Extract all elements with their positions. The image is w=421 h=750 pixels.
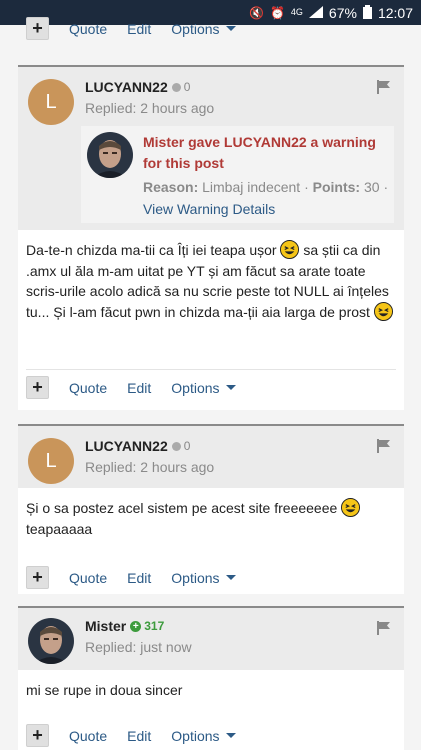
network-label: 4G	[290, 7, 303, 17]
options-menu[interactable]: Options	[171, 379, 236, 396]
options-menu[interactable]: Options	[171, 20, 236, 37]
post-timestamp: Replied: 2 hours ago	[85, 459, 215, 475]
warning-title: Mister gave LUCYANN22 a warning for this…	[143, 134, 376, 171]
warning-notice: Mister gave LUCYANN22 a warning for this…	[81, 126, 394, 223]
edit-link[interactable]: Edit	[127, 570, 151, 586]
multiquote-plus-button[interactable]: +	[26, 724, 49, 747]
reputation-badge: +317	[130, 619, 164, 633]
warning-content: Mister gave LUCYANN22 a warning for this…	[143, 132, 390, 217]
author-row: Mister +317	[85, 618, 192, 634]
plus-icon: +	[32, 725, 43, 745]
post-body: mi se rupe in doua sincer	[18, 670, 404, 701]
post-timestamp: Replied: just now	[85, 639, 192, 655]
caret-down-icon	[225, 575, 236, 580]
multiquote-plus-button[interactable]: +	[26, 17, 49, 40]
author-info: Mister +317 Replied: just now	[85, 618, 192, 660]
author-info: LUCYANN22 0 Replied: 2 hours ago Mister …	[81, 79, 394, 223]
post-toolbar: + Quote Edit Options	[26, 560, 396, 589]
quote-link[interactable]: Quote	[69, 570, 107, 586]
options-label: Options	[171, 379, 220, 396]
edit-link[interactable]: Edit	[127, 728, 151, 744]
multiquote-plus-button[interactable]: +	[26, 376, 49, 399]
post-toolbar: + Quote Edit Options	[26, 369, 396, 399]
quote-link[interactable]: Quote	[69, 21, 107, 37]
reputation-count: 0	[183, 80, 191, 94]
neutral-rep-icon	[171, 441, 181, 451]
author-name[interactable]: Mister	[85, 618, 126, 634]
post-header: L LUCYANN22 0 Replied: 2 hours ago	[18, 67, 404, 230]
author-info: LUCYANN22 0 Replied: 2 hours ago	[85, 438, 214, 478]
edit-link[interactable]: Edit	[127, 21, 151, 37]
laughing-emoji-icon	[373, 301, 393, 321]
author-row: LUCYANN22 0	[85, 79, 394, 95]
avatar[interactable]: L	[28, 438, 74, 484]
post-toolbar: + Quote Edit Options	[26, 17, 396, 40]
reputation-count: 0	[183, 439, 191, 453]
points-value: 30	[363, 179, 380, 195]
post-body: Și o sa postez acel sistem pe acest site…	[18, 488, 404, 539]
options-label: Options	[171, 727, 220, 744]
author-row: LUCYANN22 0	[85, 438, 214, 454]
view-warning-link[interactable]: View Warning Details	[143, 201, 390, 217]
flag-icon[interactable]	[376, 79, 392, 95]
moderator-avatar[interactable]	[87, 132, 133, 178]
laughing-emoji-icon	[341, 498, 361, 517]
quote-link[interactable]: Quote	[69, 380, 107, 396]
reputation-badge: 0	[171, 80, 191, 94]
post-card: L LUCYANN22 0 Replied: 2 hours ago Și o …	[18, 424, 404, 594]
options-label: Options	[171, 569, 220, 586]
post-header: L LUCYANN22 0 Replied: 2 hours ago	[18, 426, 404, 488]
flag-icon[interactable]	[376, 620, 392, 636]
post-card: Mister +317 Replied: just now mi se rupe…	[18, 606, 404, 750]
edit-link[interactable]: Edit	[127, 380, 151, 396]
post-text-part: teapaaaaa	[26, 520, 93, 537]
post-toolbar: + Quote Edit Options	[26, 720, 396, 747]
caret-down-icon	[225, 733, 236, 738]
options-menu[interactable]: Options	[171, 727, 236, 744]
plus-icon: +	[32, 377, 43, 397]
multiquote-plus-button[interactable]: +	[26, 566, 49, 589]
post-text-part: Da-te-n chizda ma-tii ca Îți iei teapa u…	[26, 242, 281, 258]
avatar[interactable]: L	[28, 79, 74, 125]
options-label: Options	[171, 20, 220, 37]
options-menu[interactable]: Options	[171, 569, 236, 586]
caret-down-icon	[225, 26, 236, 31]
post-text: mi se rupe in doua sincer	[26, 682, 183, 698]
post-header: Mister +317 Replied: just now	[18, 608, 404, 670]
laughing-emoji-icon	[280, 240, 300, 259]
reputation-count: 317	[144, 619, 165, 633]
reason-label: Reason:	[143, 179, 199, 195]
points-label: Points:	[312, 179, 361, 195]
author-name[interactable]: LUCYANN22	[85, 438, 168, 454]
flag-icon[interactable]	[376, 438, 392, 454]
plus-icon: +	[32, 18, 43, 38]
warning-reason: Reason: Limbaj indecent · Points: 30 ·	[143, 179, 389, 195]
post-card: L LUCYANN22 0 Replied: 2 hours ago Miste…	[18, 65, 404, 410]
post-body: Da-te-n chizda ma-tii ca Îți iei teapa u…	[18, 230, 404, 322]
post-text-part: Și o sa postez acel sistem pe acest site…	[26, 500, 342, 516]
plus-icon: +	[32, 567, 43, 587]
reputation-badge: 0	[171, 439, 191, 453]
plus-rep-icon: +	[130, 620, 142, 632]
quote-link[interactable]: Quote	[69, 728, 107, 744]
caret-down-icon	[225, 385, 236, 390]
post-timestamp: Replied: 2 hours ago	[85, 100, 215, 116]
neutral-rep-icon	[171, 82, 181, 92]
author-name[interactable]: LUCYANN22	[85, 79, 168, 95]
reason-value: Limbaj indecent	[202, 179, 301, 195]
avatar[interactable]	[28, 618, 74, 664]
